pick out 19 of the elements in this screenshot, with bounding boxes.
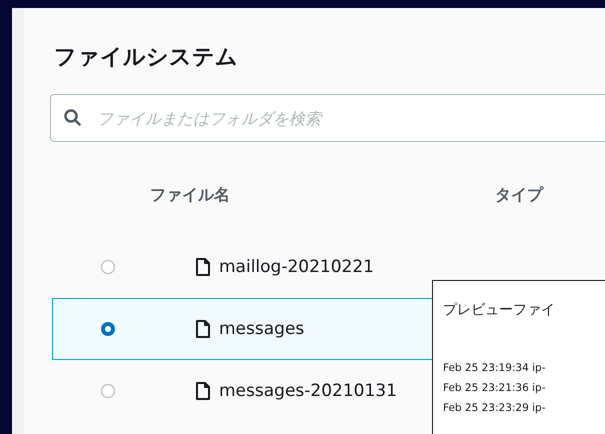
radio-button[interactable] bbox=[101, 322, 115, 336]
file-name: messages-20210131 bbox=[219, 381, 397, 401]
radio-button[interactable] bbox=[101, 384, 115, 398]
search-icon bbox=[64, 109, 81, 126]
column-header[interactable]: ファイル名 bbox=[150, 184, 495, 206]
file-name: maillog-20210221 bbox=[219, 257, 374, 277]
preview-title: プレビューファイ bbox=[443, 301, 556, 319]
log-line: Feb 25 23:19:34 ip- bbox=[443, 361, 546, 376]
file-row[interactable]: maillog-20210221 bbox=[52, 236, 605, 298]
file-icon bbox=[196, 382, 210, 400]
log-line: Feb 25 23:21:36 ip- bbox=[443, 381, 546, 396]
file-name: messages bbox=[219, 319, 304, 339]
file-icon bbox=[196, 320, 210, 338]
log-line: Feb 25 23:23:29 ip- bbox=[443, 401, 546, 416]
search-field[interactable]: ファイルまたはフォルダを検索 bbox=[50, 94, 605, 142]
file-icon bbox=[196, 258, 210, 276]
column-header[interactable]: タイプ bbox=[495, 184, 543, 206]
page-title: ファイルシステム bbox=[54, 44, 239, 72]
radio-button[interactable] bbox=[101, 260, 115, 274]
